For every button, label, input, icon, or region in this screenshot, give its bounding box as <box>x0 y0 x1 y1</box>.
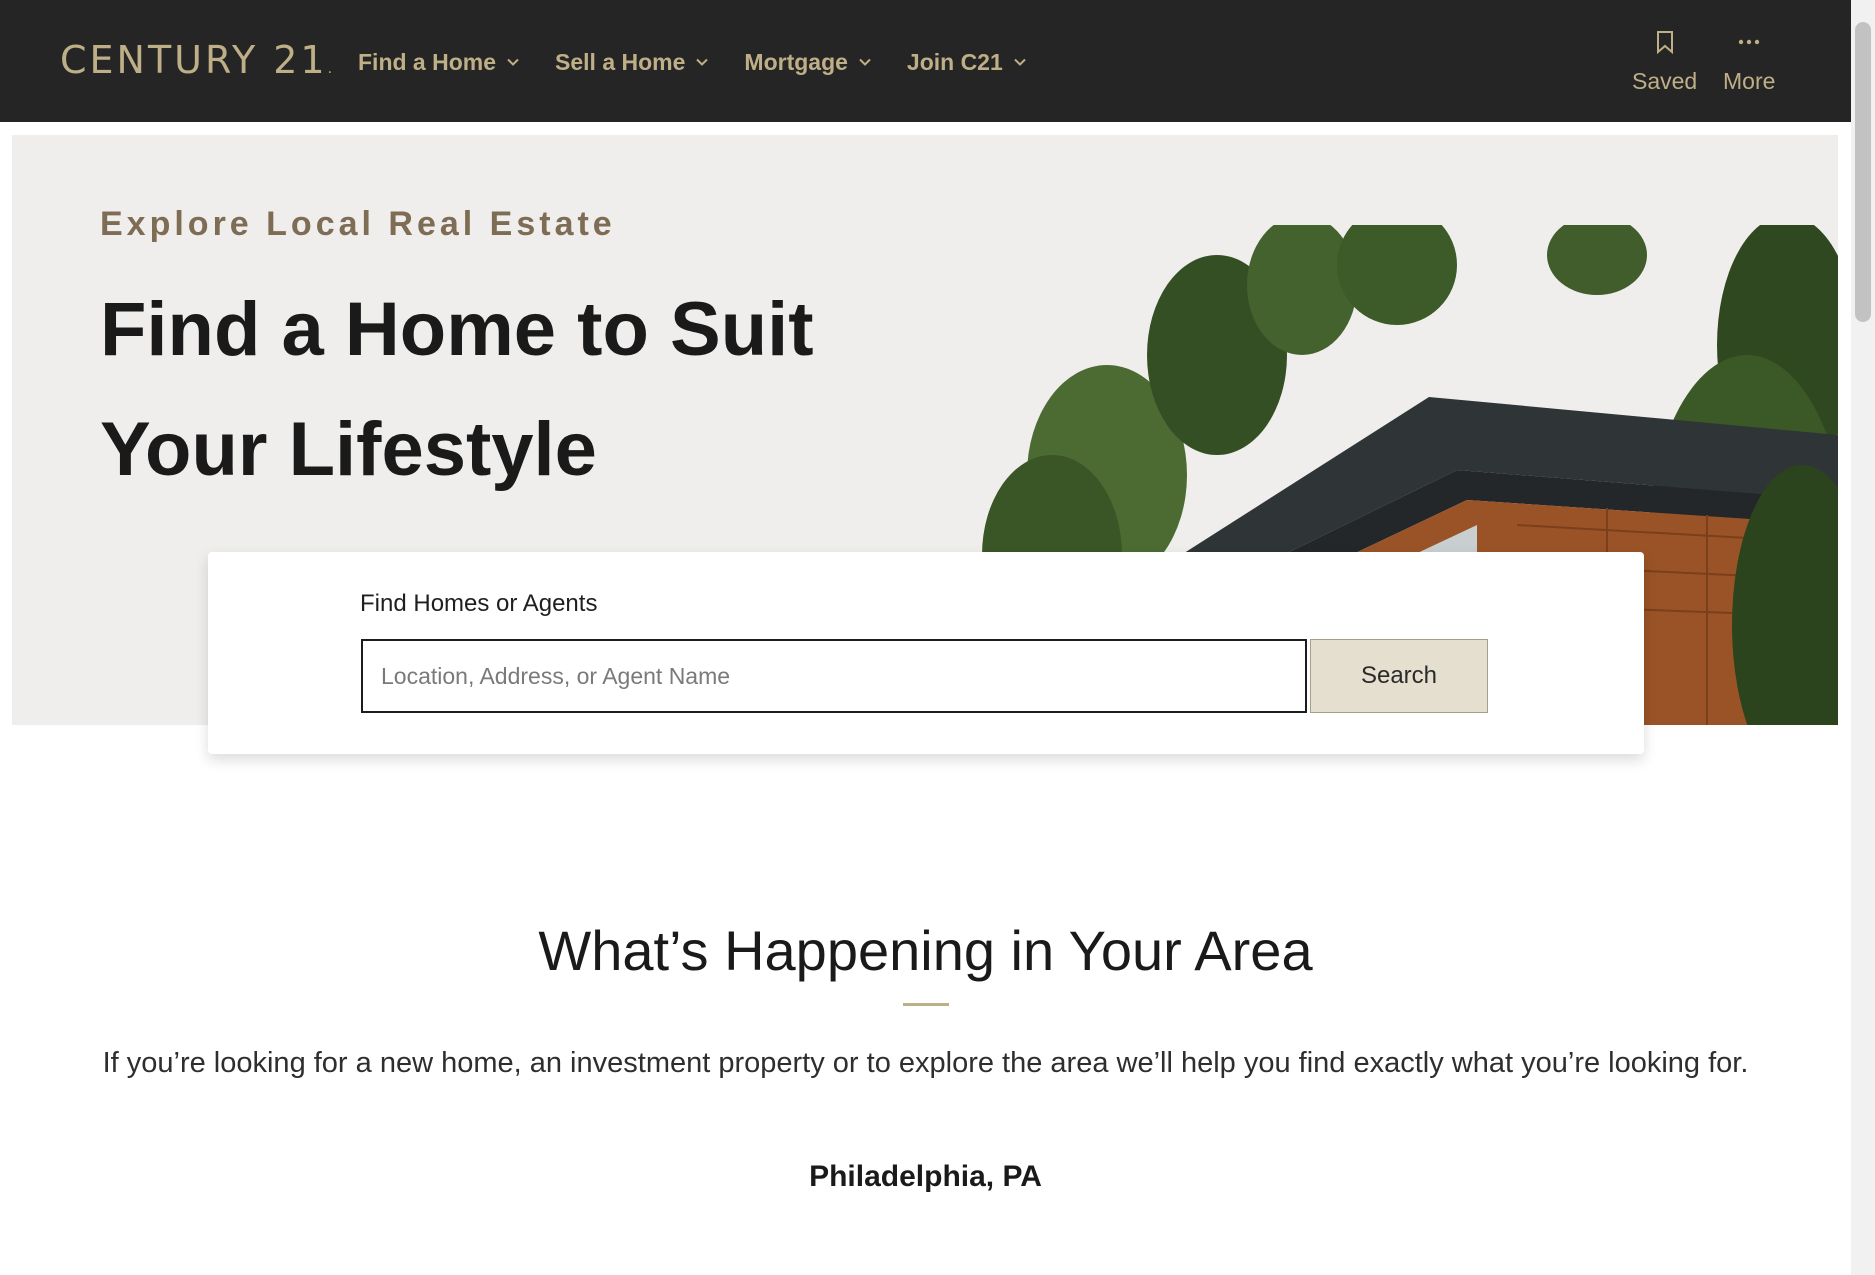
section-description: If you’re looking for a new home, an inv… <box>102 1047 1749 1079</box>
logo-mark: . <box>327 61 336 77</box>
chevron-down-icon <box>507 58 519 66</box>
chevron-down-icon <box>696 58 709 66</box>
section-title: What’s Happening in Your Area <box>538 919 1313 982</box>
nav-join-c21-label: Join C21 <box>906 48 1003 75</box>
search-label: Find Homes or Agents <box>360 590 598 617</box>
chevron-down-icon <box>859 58 871 66</box>
hero-eyebrow: Explore Local Real Estate <box>100 205 616 243</box>
saved-label: Saved <box>1632 68 1698 94</box>
nav-find-a-home-label: Find a Home <box>358 48 497 75</box>
vertical-scrollbar[interactable] <box>1851 0 1875 1275</box>
section-divider <box>903 1003 949 1006</box>
nav-sell-a-home-label: Sell a Home <box>555 48 686 75</box>
nav-join-c21[interactable]: Join C21 <box>907 47 1027 77</box>
search-button[interactable]: Search <box>1310 639 1488 713</box>
ellipsis-icon <box>1738 28 1760 56</box>
century21-logo[interactable]: CENTURY 21. <box>60 38 335 82</box>
top-navigation-bar: CENTURY 21. Find a Home Sell a Home Mort… <box>0 0 1851 122</box>
main-nav: Find a Home Sell a Home Mortgage Join C2… <box>358 47 1062 77</box>
nav-find-a-home[interactable]: Find a Home <box>358 47 520 77</box>
more-button[interactable]: More <box>1723 28 1775 95</box>
chevron-down-icon <box>1014 58 1026 66</box>
scrollbar-thumb[interactable] <box>1855 22 1871 322</box>
nav-sell-a-home[interactable]: Sell a Home <box>555 47 709 77</box>
logo-text: CENTURY 21 <box>60 38 328 82</box>
search-input[interactable] <box>361 639 1307 713</box>
page: CENTURY 21. Find a Home Sell a Home Mort… <box>0 0 1851 1275</box>
location-label: Philadelphia, PA <box>809 1160 1042 1193</box>
saved-button[interactable]: Saved <box>1632 28 1697 95</box>
more-label: More <box>1723 68 1776 94</box>
nav-mortgage-label: Mortgage <box>744 48 848 75</box>
hero-title: Find a Home to Suit Your Lifestyle <box>100 287 814 492</box>
search-card: Find Homes or Agents Search <box>208 552 1644 754</box>
nav-mortgage[interactable]: Mortgage <box>744 47 872 77</box>
bookmark-icon <box>1656 28 1674 56</box>
